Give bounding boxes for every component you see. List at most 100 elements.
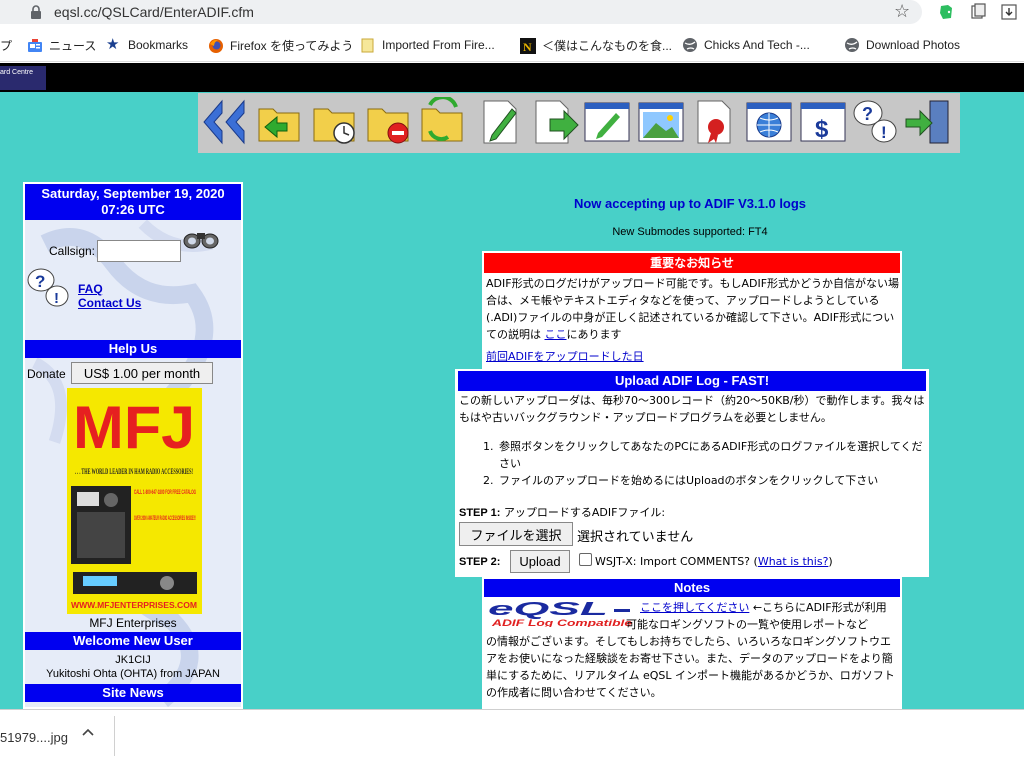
faq-link[interactable]: FAQ [78,282,103,296]
svg-text:$: $ [815,116,829,143]
list-number: 1. [483,440,494,453]
refresh-folder-icon[interactable] [418,97,468,147]
bookmark-label: Firefox を使ってみよう [230,39,354,53]
bookmark-star-icon[interactable]: ☆ [894,1,910,22]
upload-button[interactable]: Upload [510,550,570,573]
bookmark-imported[interactable]: Imported From Fire... [360,37,495,53]
export-document-icon[interactable] [530,97,580,147]
logout-door-icon[interactable] [904,97,954,147]
card-centre-logo[interactable]: ard Centre [0,66,46,90]
submodes-notice: New Submodes supported: FT4 [612,226,768,238]
svg-text:N: N [523,40,532,54]
adif-version-notice: Now accepting up to ADIF V3.1.0 logs [573,196,807,211]
list-item: 2. ファイルのアップロードを始めるにはUploadのボタンをクリックして下さい [483,472,923,489]
certificate-icon[interactable] [690,97,740,147]
notice-text-end: にあります [566,328,622,341]
bookmark-news[interactable]: ニュース [27,37,96,54]
compose-window-icon[interactable] [582,97,632,147]
list-text: ファイルのアップロードを始めるにはUploadのボタンをクリックして下さい [499,474,879,487]
svg-text:!: ! [54,290,59,307]
wsjt-comments-checkbox[interactable] [579,553,592,566]
step2-label: STEP 2: [459,556,501,568]
mfj-tagline: . . . THE WORLD LEADER IN HAM RADIO ACCE… [75,467,193,476]
download-filename[interactable]: 51979....jpg [0,730,68,745]
mfj-caption: MFJ Enterprises [89,616,177,630]
rejected-folder-icon[interactable] [364,97,414,147]
chevron-up-icon[interactable] [80,724,96,740]
notes-line2: 可能なロギングソフトの一覧や使用レポートなど [626,618,868,631]
firefox-icon [209,38,223,53]
svg-text:?: ? [35,272,45,291]
what-is-this-link[interactable]: What is this? [758,555,829,568]
archive-folder-icon[interactable] [310,97,360,147]
help-question-icon[interactable]: ? ! [850,97,900,147]
help-question-icon[interactable]: ? ! [25,266,75,312]
star-icon: ★ [106,36,120,53]
bookmark-apps[interactable]: プ [0,37,12,54]
browser-address-bar: eqsl.cc/QSLCard/EnterADIF.cfm ☆ [0,0,1024,28]
left-sidebar: Saturday, September 19, 2020 07:26 UTC C… [23,182,243,709]
step1-row: STEP 1: アップロードするADIFファイル: [459,504,665,520]
upload-adif-box: Upload ADIF Log - FAST! この新しいアップローダは、毎秒7… [455,369,929,577]
previous-upload-link[interactable]: 前回ADIFをアップロードした日 [486,348,644,364]
back-arrows-icon[interactable] [200,97,250,147]
donate-label: Donate [27,367,66,381]
url-text[interactable]: eqsl.cc/QSLCard/EnterADIF.cfm [54,4,254,20]
pages-extension-icon[interactable] [969,3,987,21]
bookmark-label: Download Photos [866,38,961,52]
list-text: 参照ボタンをクリックしてあなたのPCにあるADIF形式のログファイルを選択してく… [499,440,923,470]
step2-row: STEP 2: [459,555,500,568]
contact-us-link[interactable]: Contact Us [78,296,141,310]
adif-info-link[interactable]: ここ [545,328,567,341]
download-bar: 51979....jpg [0,709,1024,761]
list-item: 1. 参照ボタンをクリックしてあなたのPCにあるADIF形式のログファイルを選択… [483,438,923,472]
edit-document-icon[interactable] [476,97,526,147]
mfj-advertisement[interactable]: MFJ . . . THE WORLD LEADER IN HAM RADIO … [67,388,202,614]
bookmark-n[interactable]: N ＜僕はこんなものを食... [520,37,672,54]
inbox-folder-icon[interactable] [255,97,305,147]
bookmark-bookmarks[interactable]: ★ Bookmarks [106,37,188,53]
site-news-header: Site News [25,684,241,702]
logging-software-link[interactable]: ここを押してください [640,601,749,614]
download-extension-icon[interactable] [1000,3,1018,21]
web-window-icon[interactable] [744,97,794,147]
url-box[interactable]: eqsl.cc/QSLCard/EnterADIF.cfm ☆ [0,0,922,24]
important-notice-box: 重要なお知らせ ADIF形式のログだけがアップロード可能です。もしADIF形式か… [482,251,902,369]
picture-window-icon[interactable] [636,97,686,147]
bookmark-label: Imported From Fire... [382,38,495,52]
bookmark-label: ＜僕はこんなものを食... [542,39,673,53]
new-user-name: Yukitoshi Ohta (OHTA) from JAPAN [46,668,220,680]
mfj-call-text: CALL 1-800-647-1800 FOR FREE CATALOG [134,490,196,496]
notes-box: Notes eQSL ADIF Log Compatible ここを押してくださ… [482,577,902,709]
mfj-ad-image: MFJ . . . THE WORLD LEADER IN HAM RADIO … [67,388,202,614]
callsign-input[interactable] [97,240,181,262]
evernote-extension-icon[interactable] [937,3,955,21]
step1-text: アップロードするADIFファイル: [500,506,666,519]
upload-instructions-list: 1. 参照ボタンをクリックしてあなたのPCにあるADIF形式のログファイルを選択… [483,438,923,489]
svg-text:?: ? [862,104,873,124]
download-separator [114,716,115,756]
notes-text: ここを押してください ←こちらにADIF形式が利用 可能なロギングソフトの一覧や… [486,599,900,701]
important-notice-text: ADIF形式のログだけがアップロード可能です。もしADIF形式かどうか自信がない… [486,275,900,343]
notes-first-line: ここを押してください ←こちらにADIF形式が利用 [486,599,900,616]
mfj-logo-text: MFJ [73,394,195,461]
bookmark-firefox[interactable]: Firefox を使ってみよう [208,37,353,54]
svg-text:!: ! [881,123,887,142]
globe-icon [683,38,697,52]
bookmark-download-photos[interactable]: Download Photos [844,37,960,53]
choose-file-button[interactable]: ファイルを選択 [459,522,573,546]
step1-label: STEP 1: [459,507,501,519]
donate-button[interactable]: US$ 1.00 per month [71,362,213,384]
help-us-header: Help Us [25,340,241,358]
bookmark-label: Chicks And Tech -... [704,38,810,52]
binoculars-icon[interactable] [183,228,219,250]
mfj-over-text: OVER 2000 AMATEUR RADIO ACCESSORIES INSI… [134,515,196,522]
bookmark-chicks[interactable]: Chicks And Tech -... [682,37,810,53]
mfj-url-text: WWW.MFJENTERPRISES.COM [71,601,197,610]
file-status-text: 選択されていません [577,530,694,545]
bookmarks-bar: プ ニュース ★ Bookmarks Firefox を使ってみよう Impor… [0,30,1024,62]
current-date-header: Saturday, September 19, 2020 07:26 UTC [25,184,241,220]
list-number: 2. [483,474,494,487]
bookmark-label: プ [0,39,13,53]
dollar-window-icon[interactable]: $ [798,97,848,147]
